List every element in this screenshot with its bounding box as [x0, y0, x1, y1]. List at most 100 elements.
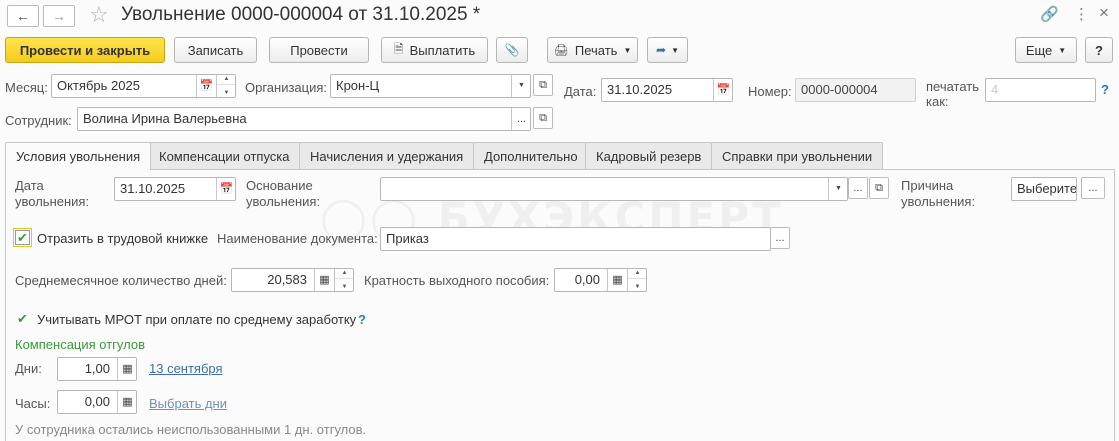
link-icon[interactable]: 🔗: [1040, 5, 1059, 23]
month-label: Месяц:: [5, 80, 48, 95]
footer-note: У сотрудника остались неиспользованными …: [15, 422, 367, 437]
calculator-button[interactable]: ▦: [607, 269, 627, 291]
employee-select-button[interactable]: ...: [511, 108, 530, 130]
print-button[interactable]: 🖨 Печать ▼: [547, 37, 638, 63]
employee-open-button[interactable]: ⧉: [533, 107, 553, 129]
ellipsis-icon: ...: [516, 113, 527, 125]
calculator-button[interactable]: ▦: [314, 269, 334, 291]
calculator-icon: ▦: [122, 363, 133, 375]
workbook-checkbox[interactable]: ✔: [13, 228, 32, 247]
help-question-icon[interactable]: ?: [1101, 82, 1109, 97]
tab-dismissal-certificates[interactable]: Справки при увольнении: [711, 142, 884, 169]
dismiss-date-label-line2: увольнения:: [15, 194, 90, 209]
spin-down-icon[interactable]: ▼: [335, 281, 353, 291]
document-icon: 🗎: [393, 41, 404, 56]
mrot-checkbox[interactable]: ✔: [15, 311, 30, 326]
spin-up-icon[interactable]: ▲: [628, 269, 646, 279]
attach-button[interactable]: 📎: [496, 37, 528, 63]
tab-accruals-deductions[interactable]: Начисления и удержания: [299, 142, 475, 169]
days-date-link[interactable]: 13 сентября: [149, 361, 223, 376]
dismiss-date-calendar-button[interactable]: 📅: [216, 178, 235, 200]
reason-field[interactable]: Выберите: [1011, 177, 1077, 201]
month-field[interactable]: Октябрь 2025 📅 ▲ ▼: [51, 74, 236, 98]
print-as-label-line2: как:: [926, 94, 949, 109]
spin-up-icon[interactable]: ▲: [335, 269, 353, 279]
avg-days-field[interactable]: 20,583 ▦ ▲ ▼: [231, 268, 354, 292]
workbook-label: Отразить в трудовой книжке: [37, 231, 209, 246]
pay-button[interactable]: 🗎 Выплатить: [381, 37, 488, 63]
avg-days-label: Среднемесячное количество дней:: [15, 273, 227, 288]
organization-open-button[interactable]: ⧉: [533, 74, 553, 96]
close-icon[interactable]: ×: [1099, 3, 1109, 23]
tab-vacation-compensation[interactable]: Компенсации отпуска: [148, 142, 301, 169]
days-label: Дни:: [15, 361, 42, 376]
avg-days-spinner[interactable]: ▲ ▼: [334, 269, 353, 291]
calculator-icon: ▦: [612, 274, 623, 286]
severance-label: Кратность выходного пособия:: [364, 273, 550, 288]
print-as-label-line1: печатать: [926, 79, 980, 94]
more-button[interactable]: Еще ▼: [1015, 37, 1077, 63]
organization-field[interactable]: Крон-Ц ▼: [330, 74, 531, 98]
dismiss-date-label-line1: Дата: [15, 178, 44, 193]
basis-field[interactable]: ▼: [380, 177, 848, 201]
employee-field[interactable]: Волина Ирина Валерьевна ...: [77, 107, 531, 131]
checkmark-icon: ✔: [17, 310, 28, 326]
calculator-button[interactable]: ▦: [117, 358, 136, 380]
calculator-icon: ▦: [319, 274, 330, 286]
basis-label-line1: Основание: [246, 178, 313, 193]
more-vertical-icon[interactable]: ⋮: [1074, 5, 1089, 23]
spin-down-icon[interactable]: ▼: [628, 281, 646, 291]
create-based-on-button[interactable]: ➦ ▼: [647, 37, 688, 63]
severance-spinner[interactable]: ▲ ▼: [627, 269, 646, 291]
calendar-icon: 📅: [199, 80, 214, 92]
save-button[interactable]: Записать: [174, 37, 257, 63]
calendar-button[interactable]: 📅: [196, 75, 216, 97]
days-field[interactable]: 1,00 ▦: [57, 357, 137, 381]
print-as-field[interactable]: 4: [985, 78, 1096, 102]
mrot-help-icon[interactable]: ?: [358, 312, 366, 327]
help-button[interactable]: ?: [1085, 37, 1113, 63]
doc-name-select-button[interactable]: ...: [770, 227, 790, 249]
post-button[interactable]: Провести: [269, 37, 369, 63]
organization-dropdown[interactable]: ▼: [511, 75, 530, 97]
chevron-down-icon: ▼: [1058, 45, 1067, 55]
checkmark-icon: ✔: [17, 229, 28, 245]
back-button[interactable]: ←: [7, 5, 39, 27]
mrot-label: Учитывать МРОТ при оплате по среднему за…: [37, 312, 357, 327]
reason-select-button[interactable]: ...: [1081, 177, 1105, 199]
calculator-button[interactable]: ▦: [117, 391, 136, 413]
chevron-down-icon: ▼: [623, 45, 632, 55]
doc-name-field[interactable]: Приказ: [380, 227, 771, 251]
comp-heading: Компенсация отгулов: [15, 337, 145, 352]
basis-dropdown[interactable]: ▼: [828, 178, 847, 200]
printer-icon: 🖨: [553, 43, 569, 57]
star-icon[interactable]: ☆: [89, 2, 109, 28]
page-title: Увольнение 0000-000004 от 31.10.2025 *: [121, 4, 481, 25]
basis-select-button[interactable]: ...: [848, 177, 868, 199]
organization-label: Организация:: [245, 80, 328, 95]
severance-field[interactable]: 0,00 ▦ ▲ ▼: [554, 268, 647, 292]
open-icon: ⧉: [539, 111, 547, 124]
select-days-link[interactable]: Выбрать дни: [149, 396, 227, 411]
number-field[interactable]: 0000-000004: [795, 78, 916, 102]
hours-field[interactable]: 0,00 ▦: [57, 390, 137, 414]
chevron-down-icon: ▼: [671, 45, 679, 55]
post-and-close-button[interactable]: Провести и закрыть: [5, 37, 165, 63]
date-calendar-button[interactable]: 📅: [713, 79, 732, 101]
doc-name-label: Наименование документа:: [217, 231, 378, 246]
tab-additional[interactable]: Дополнительно: [473, 142, 589, 169]
date-field[interactable]: 31.10.2025 📅: [601, 78, 733, 102]
forward-button[interactable]: →: [43, 5, 75, 27]
basis-open-button[interactable]: ⧉: [869, 177, 889, 199]
tab-personnel-reserve[interactable]: Кадровый резерв: [585, 142, 713, 169]
ellipsis-icon: ...: [1088, 182, 1098, 194]
hours-label: Часы:: [15, 396, 51, 411]
tab-dismissal-conditions[interactable]: Условия увольнения: [5, 142, 152, 170]
calendar-icon: 📅: [219, 183, 234, 195]
spin-down-icon[interactable]: ▼: [217, 87, 235, 97]
open-icon: ⧉: [539, 78, 547, 91]
chevron-down-icon: ▼: [835, 185, 842, 192]
spin-up-icon[interactable]: ▲: [217, 75, 235, 85]
dismiss-date-field[interactable]: 31.10.2025 📅: [114, 177, 236, 201]
month-spinner[interactable]: ▲ ▼: [216, 75, 235, 97]
